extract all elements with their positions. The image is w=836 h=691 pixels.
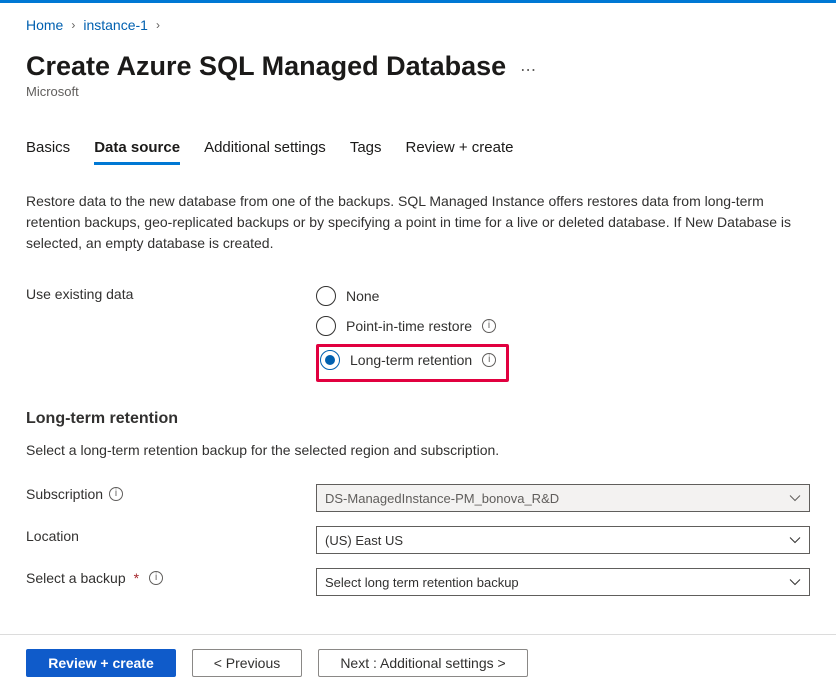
- label-subscription: Subscription: [26, 486, 103, 502]
- breadcrumb-instance[interactable]: instance-1: [83, 17, 148, 33]
- tab-data-source[interactable]: Data source: [94, 139, 180, 165]
- breadcrumb-home[interactable]: Home: [26, 17, 63, 33]
- radio-label: Point-in-time restore: [346, 318, 472, 334]
- radio-none[interactable]: None: [316, 284, 810, 308]
- backup-select[interactable]: Select long term retention backup: [316, 568, 810, 596]
- section-desc-ltr: Select a long-term retention backup for …: [26, 442, 810, 458]
- info-icon[interactable]: i: [482, 319, 496, 333]
- radio-point-in-time[interactable]: Point-in-time restore i: [316, 314, 810, 338]
- subscription-value: DS-ManagedInstance-PM_bonova_R&D: [325, 491, 559, 506]
- more-actions-icon[interactable]: ⋯: [520, 60, 537, 80]
- radio-long-term-retention[interactable]: Long-term retention i: [320, 348, 496, 372]
- radio-label: Long-term retention: [350, 352, 472, 368]
- review-create-button[interactable]: Review + create: [26, 649, 176, 677]
- chevron-right-icon: ›: [156, 18, 160, 32]
- tab-basics[interactable]: Basics: [26, 139, 70, 165]
- radio-icon: [316, 316, 336, 336]
- chevron-down-icon: [789, 534, 801, 546]
- info-icon[interactable]: i: [149, 571, 163, 585]
- info-icon[interactable]: i: [482, 353, 496, 367]
- breadcrumb: Home › instance-1 ›: [26, 11, 810, 39]
- chevron-down-icon: [789, 576, 801, 588]
- tab-review-create[interactable]: Review + create: [406, 139, 514, 165]
- highlight-ltr: Long-term retention i: [316, 344, 509, 382]
- publisher-label: Microsoft: [26, 84, 810, 99]
- next-button[interactable]: Next : Additional settings >: [318, 649, 528, 677]
- chevron-right-icon: ›: [71, 18, 75, 32]
- label-location: Location: [26, 528, 79, 544]
- info-icon[interactable]: i: [109, 487, 123, 501]
- location-select[interactable]: (US) East US: [316, 526, 810, 554]
- tab-description: Restore data to the new database from on…: [26, 191, 806, 254]
- tab-additional-settings[interactable]: Additional settings: [204, 139, 326, 165]
- radio-label: None: [346, 288, 379, 304]
- radio-icon: [320, 350, 340, 370]
- radio-icon: [316, 286, 336, 306]
- required-indicator: *: [134, 570, 139, 586]
- tab-tags[interactable]: Tags: [350, 139, 382, 165]
- previous-button[interactable]: < Previous: [192, 649, 302, 677]
- section-title-ltr: Long-term retention: [26, 410, 810, 428]
- chevron-down-icon: [789, 492, 801, 504]
- tab-bar: Basics Data source Additional settings T…: [26, 139, 810, 165]
- backup-placeholder: Select long term retention backup: [325, 575, 519, 590]
- label-select-backup: Select a backup: [26, 570, 126, 586]
- page-title: Create Azure SQL Managed Database: [26, 51, 506, 82]
- label-use-existing-data: Use existing data: [26, 284, 316, 302]
- footer-actions: Review + create < Previous Next : Additi…: [0, 634, 836, 691]
- subscription-select: DS-ManagedInstance-PM_bonova_R&D: [316, 484, 810, 512]
- location-value: (US) East US: [325, 533, 403, 548]
